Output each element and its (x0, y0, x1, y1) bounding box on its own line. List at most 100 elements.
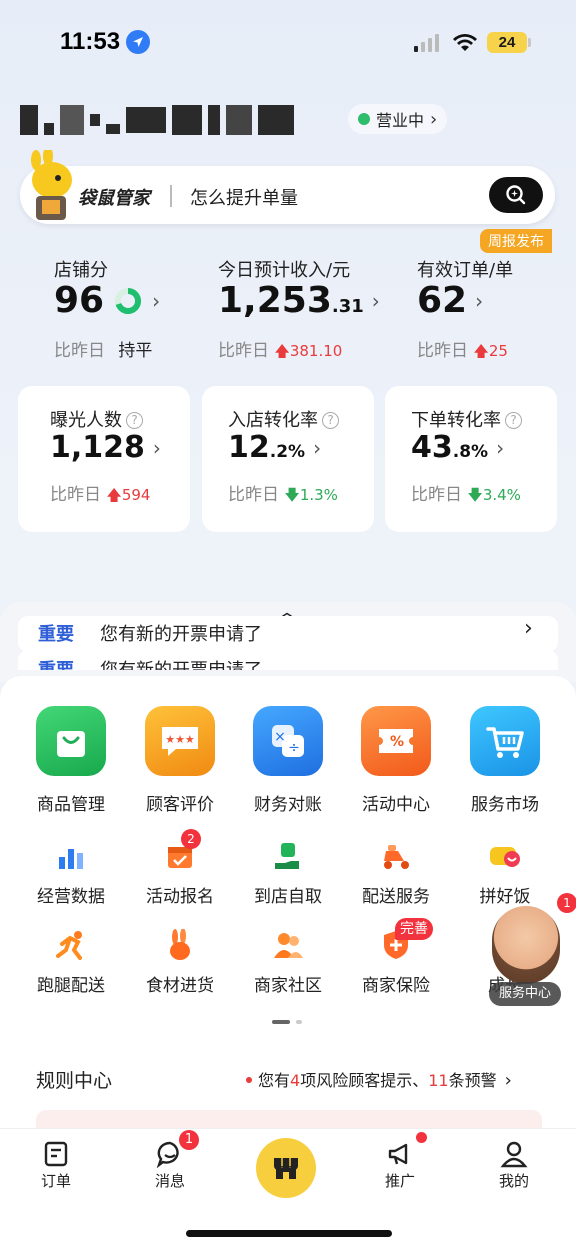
tile-label: 商家保险 (362, 976, 430, 996)
card-value: 12.2% (228, 430, 305, 465)
card-label-text: 入店转化率 (228, 410, 318, 431)
compare-value: 3.4% (482, 486, 521, 504)
chevron-right-icon: › (504, 1070, 512, 1091)
store-status-toggle[interactable]: 营业中 › (348, 104, 448, 134)
tile-errand-delivery[interactable]: 跑腿配送 (16, 927, 126, 996)
warning-count: 11 (428, 1071, 449, 1090)
compare-value: 381.10 (289, 342, 343, 360)
store-score-link[interactable]: 96 › (54, 280, 160, 321)
tile-activity-signup[interactable]: 活动报名 (125, 838, 235, 907)
tile-group-meal[interactable]: 拼好饭 (450, 838, 560, 907)
service-center-label[interactable]: 服务中心 (489, 982, 561, 1006)
card-label-text: 曝光人数 (50, 410, 122, 431)
notification-badge: 2 (181, 829, 201, 849)
compare-value: 持平 (118, 341, 153, 361)
tile-label: 商品管理 (37, 795, 105, 815)
help-icon[interactable]: ? (505, 412, 522, 429)
help-icon[interactable]: ? (322, 412, 339, 429)
tab-label: 消息 (154, 1172, 185, 1190)
card-value-int: 12 (228, 430, 270, 465)
service-avatar[interactable] (492, 906, 560, 984)
tab-orders[interactable]: 订单 (16, 1140, 96, 1191)
tile-label: 商家社区 (254, 976, 322, 996)
orders-label: 有效订单/单 (417, 260, 514, 281)
notice-tag: 重要 (38, 624, 74, 645)
chevron-right-icon: › (152, 288, 161, 313)
notice-item[interactable]: 重要 您有新的开票申请了 › (18, 616, 558, 652)
card-compare: 比昨日 🡅594 (50, 480, 150, 510)
complete-badge: 完善 (395, 918, 433, 940)
search-prompt[interactable]: 怎么提升单量 (190, 184, 298, 210)
tab-profile[interactable]: 我的 (474, 1140, 554, 1191)
card-label: 下单转化率? (411, 406, 522, 432)
store-name-redacted (20, 102, 325, 138)
orders-compare: 比昨日 🡅25 (417, 336, 508, 366)
red-dot (246, 1077, 252, 1083)
tab-messages[interactable]: 消息 (130, 1140, 210, 1191)
status-time: 11:53 (60, 28, 121, 55)
tab-promotion[interactable]: 推广 (360, 1140, 440, 1191)
rules-center-summary[interactable]: 您有4项风险顾客提示、11条预警 › (246, 1067, 512, 1091)
card-value-int: 43 (411, 430, 453, 465)
income-value-int: 1,253 (218, 280, 332, 321)
wifi-icon (453, 34, 477, 51)
ai-search-button[interactable] (489, 177, 543, 213)
tile-label: 食材进货 (146, 976, 214, 996)
home-indicator[interactable] (186, 1230, 392, 1237)
page-indicator (272, 1020, 302, 1024)
tile-service-market[interactable]: 服务市场 (450, 706, 560, 815)
arrow-up-icon: 🡅 (106, 486, 122, 504)
tab-store[interactable] (256, 1138, 316, 1198)
runner-icon (53, 927, 89, 963)
chevron-right-icon: › (313, 435, 322, 460)
bowl-icon (487, 838, 523, 874)
card-label-text: 下单转化率 (411, 410, 501, 431)
compare-label: 比昨日 (50, 485, 101, 505)
review-bubble-icon: ★★★ (145, 706, 215, 776)
tab-label: 推广 (384, 1172, 415, 1190)
tile-business-data[interactable]: 经营数据 (16, 838, 126, 907)
weekly-report-tag[interactable]: 周报发布 (480, 229, 552, 253)
assistant-brand: 袋鼠管家 (78, 188, 150, 209)
tile-merchant-community[interactable]: 商家社区 (233, 927, 343, 996)
chevron-right-icon: › (524, 616, 533, 641)
ai-search-icon (506, 185, 526, 205)
tile-ingredient-purchase[interactable]: 食材进货 (125, 927, 235, 996)
rules-text: 项风险顾客提示、 (300, 1071, 429, 1090)
message-badge: 1 (179, 1130, 199, 1150)
notice-text: 您有新的开票申请了 (100, 656, 262, 670)
card-value-row: 1,128 › (50, 430, 161, 465)
tab-label: 我的 (498, 1172, 529, 1190)
tile-activity-center[interactable]: % 活动中心 (341, 706, 451, 815)
arrow-up-icon: 🡅 (274, 342, 290, 360)
metric-card-entry-conversion[interactable]: 入店转化率? 12.2% › 比昨日 🡇1.3% (202, 386, 374, 532)
kangaroo-mascot-icon (31, 150, 72, 220)
tile-customer-reviews[interactable]: ★★★ 顾客评价 (125, 706, 235, 815)
service-badge: 1 (557, 893, 576, 913)
income-link[interactable]: 1,253.31 › (218, 280, 380, 321)
tile-label: 配送服务 (362, 887, 430, 907)
card-value-int: 1,128 (50, 430, 145, 465)
megaphone-icon (388, 1143, 408, 1165)
tile-self-pickup[interactable]: 到店自取 (233, 838, 343, 907)
calculator-icon: × ÷ (253, 706, 323, 776)
svg-text:÷: ÷ (288, 740, 300, 756)
notice-item[interactable]: 重要 您有新的开票申请了 (18, 650, 558, 670)
metric-card-exposure[interactable]: 曝光人数? 1,128 › 比昨日 🡅594 (18, 386, 190, 532)
svg-text:★★★: ★★★ (165, 733, 195, 746)
orders-link[interactable]: 62 › (417, 280, 483, 321)
tile-product-management[interactable]: 商品管理 (16, 706, 126, 815)
profile-icon (500, 1141, 528, 1168)
arrow-up-icon: 🡅 (473, 342, 489, 360)
coupon-icon: % (361, 706, 431, 776)
metric-card-order-conversion[interactable]: 下单转化率? 43.8% › 比昨日 🡇3.4% (385, 386, 557, 532)
card-compare: 比昨日 🡇1.3% (228, 480, 338, 510)
rules-text: 您有 (258, 1071, 291, 1090)
tile-label: 跑腿配送 (37, 976, 105, 996)
card-value-row: 43.8% › (411, 430, 504, 465)
tile-delivery-service[interactable]: 配送服务 (341, 838, 451, 907)
help-icon[interactable]: ? (126, 412, 143, 429)
tile-finance[interactable]: × ÷ 财务对账 (233, 706, 343, 815)
store-score-value: 96 (54, 280, 105, 321)
card-value: 1,128 (50, 430, 145, 465)
